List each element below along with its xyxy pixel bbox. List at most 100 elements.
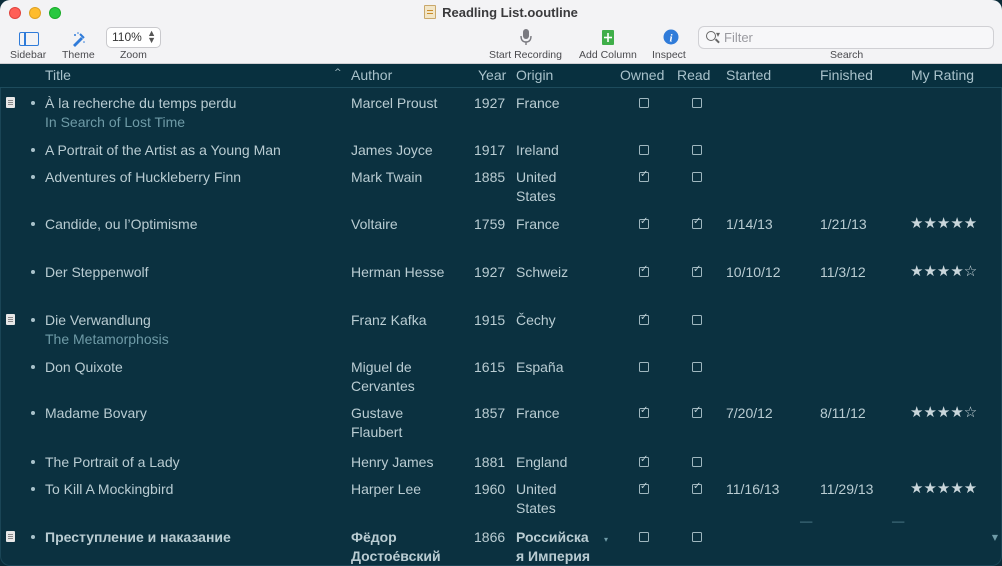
owned-checkbox[interactable]	[639, 405, 649, 418]
year-cell[interactable]: 1915	[474, 311, 505, 330]
inspect-label[interactable]: Inspect	[652, 49, 686, 61]
column-header-year[interactable]: Year	[478, 67, 506, 83]
row-bullet[interactable]	[31, 101, 35, 105]
origin-cell[interactable]: France	[516, 404, 560, 423]
title-cell[interactable]: Die Verwandlung	[45, 311, 151, 330]
owned-checkbox[interactable]	[639, 362, 649, 372]
row-bullet[interactable]	[31, 411, 35, 415]
owned-checkbox[interactable]	[639, 169, 649, 182]
row-bullet[interactable]	[31, 175, 35, 179]
author-cell-line2[interactable]: Cervantes	[351, 377, 415, 396]
author-cell[interactable]: Herman Hesse	[351, 263, 444, 282]
row-bullet[interactable]	[31, 535, 35, 539]
author-cell-line2[interactable]: Flaubert	[351, 423, 402, 442]
row-bullet[interactable]	[31, 270, 35, 274]
owned-checkbox[interactable]	[639, 312, 649, 325]
column-header-finished[interactable]: Finished	[820, 67, 873, 83]
theme-button-label[interactable]: Theme	[62, 49, 95, 61]
star-rating[interactable]: ★★★★☆	[910, 261, 977, 282]
title-cell[interactable]: Candide, ou l’Optimisme	[45, 215, 198, 234]
subtitle-cell[interactable]: The Metamorphosis	[45, 330, 169, 349]
popup-chevron-icon[interactable]: ▾	[604, 530, 608, 549]
author-cell[interactable]: Gustave	[351, 404, 403, 423]
add-column-icon[interactable]	[601, 29, 615, 46]
year-cell[interactable]: 1759	[474, 215, 505, 234]
table-row[interactable]: To Kill A Mockingbird Harper Lee 1960 Unite…	[0, 474, 1002, 516]
year-cell[interactable]: 1881	[474, 453, 505, 472]
table-row[interactable]: Преступление и наказание Фёдор Достое́вски…	[0, 522, 1002, 564]
read-checkbox[interactable]	[692, 216, 702, 229]
chevron-down-icon[interactable]: ▾	[716, 30, 720, 39]
origin-cell[interactable]: United	[516, 168, 556, 187]
add-column-label[interactable]: Add Column	[579, 49, 637, 61]
owned-checkbox[interactable]	[639, 532, 649, 542]
started-cell[interactable]: 10/10/12	[726, 263, 781, 282]
owned-checkbox[interactable]	[639, 145, 649, 155]
info-icon[interactable]: i	[663, 29, 679, 45]
row-bullet[interactable]	[31, 487, 35, 491]
origin-cell[interactable]: United	[516, 480, 556, 499]
year-cell[interactable]: 1885	[474, 168, 505, 187]
stepper-arrows-icon[interactable]: ▲ ▼	[147, 29, 156, 45]
origin-cell-line2[interactable]: я Империя	[516, 547, 590, 566]
started-cell[interactable]: 1/14/13	[726, 215, 773, 234]
column-header-my-rating[interactable]: My Rating	[911, 67, 974, 83]
title-cell[interactable]: To Kill A Mockingbird	[45, 480, 173, 499]
row-bullet[interactable]	[31, 148, 35, 152]
origin-cell[interactable]: España	[516, 358, 563, 377]
origin-cell[interactable]: Ireland	[516, 141, 559, 160]
filter-search-field[interactable]: ▾ Filter	[698, 26, 994, 49]
author-cell[interactable]: Voltaire	[351, 215, 398, 234]
title-cell[interactable]: Madame Bovary	[45, 404, 147, 423]
table-row[interactable]: À la recherche du temps perdu In Search o…	[0, 88, 1002, 130]
column-header-origin[interactable]: Origin	[516, 67, 553, 83]
note-icon[interactable]	[6, 314, 15, 325]
author-cell[interactable]: Franz Kafka	[351, 311, 426, 330]
author-cell[interactable]: Harper Lee	[351, 480, 421, 499]
star-rating[interactable]: ★★★★☆	[910, 402, 977, 423]
author-cell[interactable]: Henry James	[351, 453, 433, 472]
title-cell[interactable]: Adventures of Huckleberry Finn	[45, 168, 241, 187]
theme-icon[interactable]	[70, 31, 86, 47]
author-cell[interactable]: Mark Twain	[351, 168, 422, 187]
start-recording-label[interactable]: Start Recording	[489, 49, 562, 61]
read-checkbox[interactable]	[692, 481, 702, 494]
row-bullet[interactable]	[31, 460, 35, 464]
started-cell[interactable]: 7/20/12	[726, 404, 773, 423]
owned-checkbox[interactable]	[639, 454, 649, 467]
year-cell[interactable]: 1960	[474, 480, 505, 499]
row-bullet[interactable]	[31, 222, 35, 226]
star-rating[interactable]: ★★★★★	[910, 478, 977, 499]
author-cell[interactable]: Фёдор	[351, 528, 397, 547]
title-cell[interactable]: The Portrait of a Lady	[45, 453, 180, 472]
read-checkbox[interactable]	[692, 405, 702, 418]
author-cell[interactable]: Marcel Proust	[351, 94, 437, 113]
column-header-author[interactable]: Author	[351, 67, 392, 83]
column-header-owned[interactable]: Owned	[620, 67, 664, 83]
origin-cell[interactable]: Российска	[516, 528, 589, 547]
author-cell-line2[interactable]: Достое́вский	[351, 547, 441, 566]
table-row[interactable]: Die Verwandlung The Metamorphosis Franz Ka…	[0, 305, 1002, 347]
title-cell[interactable]: Der Steppenwolf	[45, 263, 149, 282]
note-icon[interactable]	[6, 531, 15, 542]
year-cell[interactable]: 1615	[474, 358, 505, 377]
calendar-icon[interactable]: ▔▔	[892, 522, 904, 531]
origin-cell[interactable]: Schweiz	[516, 263, 568, 282]
subtitle-cell[interactable]: In Search of Lost Time	[45, 113, 185, 132]
started-cell[interactable]: 11/16/13	[726, 480, 779, 499]
finished-cell[interactable]: 11/29/13	[820, 480, 873, 499]
column-header-started[interactable]: Started	[726, 67, 771, 83]
year-cell[interactable]: 1927	[474, 94, 505, 113]
sidebar-icon[interactable]	[19, 32, 39, 46]
origin-cell-line2[interactable]: States	[516, 499, 556, 518]
read-checkbox[interactable]	[692, 457, 702, 467]
read-checkbox[interactable]	[692, 532, 702, 542]
finished-cell[interactable]: 8/11/12	[820, 404, 866, 423]
table-row[interactable]: Adventures of Huckleberry Finn Mark Twain…	[0, 162, 1002, 204]
finished-cell[interactable]: 11/3/12	[820, 263, 866, 282]
author-cell[interactable]: Miguel de	[351, 358, 412, 377]
star-rating[interactable]: ★★★★★	[910, 213, 977, 234]
title-cell[interactable]: Don Quixote	[45, 358, 123, 377]
owned-checkbox[interactable]	[639, 98, 649, 108]
title-cell[interactable]: A Portrait of the Artist as a Young Man	[45, 141, 281, 160]
